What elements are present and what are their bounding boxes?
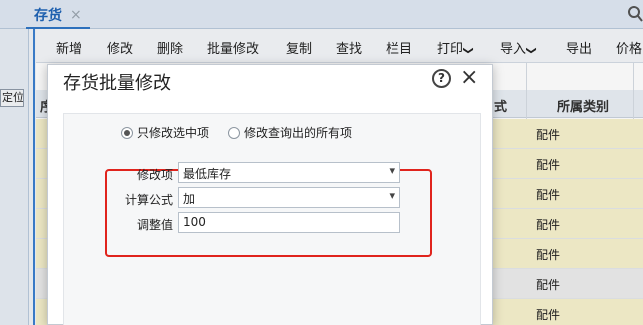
- adjust-value-text: 100: [183, 215, 206, 229]
- columns-button[interactable]: 栏目: [386, 38, 412, 57]
- side-panel: 定位: [0, 29, 29, 325]
- find-button[interactable]: 查找: [336, 38, 362, 57]
- tab-inventory[interactable]: 存货 ×: [26, 2, 90, 29]
- panel-divider: [33, 29, 35, 325]
- column-header-category[interactable]: 所属类别: [557, 96, 609, 115]
- radio-button[interactable]: [228, 126, 240, 139]
- help-icon[interactable]: ?: [432, 69, 451, 88]
- radio-all-queried[interactable]: 修改查询出的所有项: [228, 124, 352, 141]
- radio-selected-only[interactable]: 只修改选中项: [121, 124, 209, 141]
- import-button[interactable]: 导入❯: [500, 38, 537, 57]
- column-header-formula[interactable]: 式: [494, 96, 507, 115]
- print-button[interactable]: 打印❯: [437, 38, 474, 57]
- category-cell: 配件: [536, 188, 561, 202]
- modify-item-value: 最低库存: [183, 167, 232, 181]
- category-cell: 配件: [536, 308, 561, 322]
- adjust-value-label: 调整值: [136, 218, 173, 232]
- formula-select[interactable]: 加 ▾: [178, 187, 400, 208]
- modify-item-label: 修改项: [136, 168, 173, 182]
- category-cell: 配件: [536, 218, 561, 232]
- chevron-down-icon: ❯: [525, 46, 537, 55]
- tab-strip: 存货 ×: [0, 0, 643, 29]
- radio-label: 修改查询出的所有项: [244, 126, 353, 140]
- edit-button[interactable]: 修改: [107, 38, 133, 57]
- category-cell: 配件: [536, 248, 561, 262]
- radio-label: 只修改选中项: [137, 126, 210, 140]
- tab-label: 存货: [34, 7, 62, 24]
- dialog-title: 存货批量修改: [63, 73, 171, 94]
- radio-button[interactable]: [121, 126, 133, 139]
- chevron-down-icon: ❯: [462, 46, 474, 55]
- formula-label: 计算公式: [124, 193, 173, 207]
- dialog-header: 存货批量修改 ? ×: [48, 65, 494, 99]
- modify-item-select[interactable]: 最低库存 ▾: [178, 162, 400, 183]
- close-tab-icon[interactable]: ×: [70, 7, 82, 23]
- export-button[interactable]: 导出: [566, 38, 592, 57]
- chevron-down-icon: ▾: [389, 189, 395, 202]
- search-icon[interactable]: [626, 4, 643, 24]
- category-cell: 配件: [536, 158, 561, 172]
- formula-value: 加: [183, 192, 196, 206]
- batch-edit-button[interactable]: 批量修改: [207, 38, 259, 57]
- close-icon[interactable]: ×: [460, 65, 478, 90]
- price-button[interactable]: 价格: [616, 38, 642, 57]
- new-button[interactable]: 新增: [56, 38, 82, 57]
- locate-button[interactable]: 定位: [0, 89, 24, 107]
- batch-edit-dialog: 存货批量修改 ? × 只修改选中项 修改查询出的所有项 修改项 最低库存 ▾ 计…: [47, 64, 493, 325]
- toolbar: 新增 修改 删除 批量修改 复制 查找 栏目 打印❯ 导入❯ 导出 价格: [36, 29, 643, 63]
- category-cell: 配件: [536, 278, 561, 292]
- adjust-value-input[interactable]: 100: [178, 212, 400, 233]
- delete-button[interactable]: 删除: [157, 38, 183, 57]
- copy-button[interactable]: 复制: [286, 38, 312, 57]
- chevron-down-icon: ▾: [389, 164, 395, 177]
- category-cell: 配件: [536, 128, 561, 142]
